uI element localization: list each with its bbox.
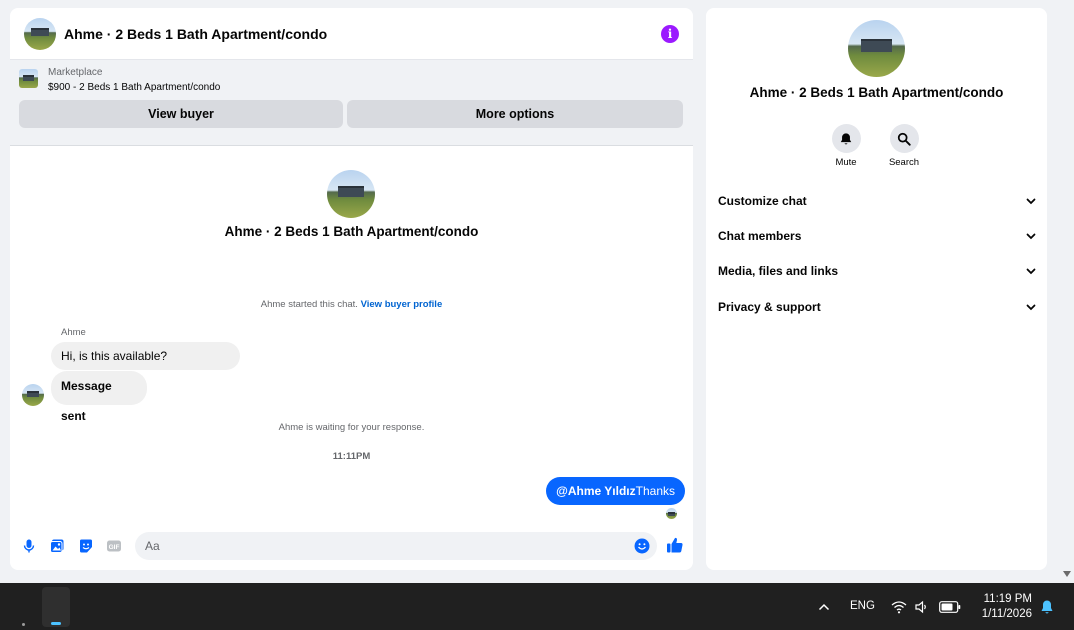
battery-icon[interactable] bbox=[939, 601, 961, 613]
chat-title[interactable]: Ahme · 2 Beds 1 Bath Apartment/condo bbox=[64, 26, 327, 42]
bell-icon bbox=[831, 124, 861, 153]
clock-date: 1/11/2026 bbox=[981, 608, 1032, 620]
conversation-info-panel: Ahme · 2 Beds 1 Bath Apartment/condo Mut… bbox=[706, 8, 1047, 570]
incoming-message[interactable]: Message sent bbox=[51, 371, 147, 423]
outgoing-message[interactable]: @Ahme YıldızThanks bbox=[546, 477, 685, 505]
chat-header: Ahme · 2 Beds 1 Bath Apartment/condo i bbox=[10, 8, 693, 60]
info-panel-avatar bbox=[848, 20, 905, 77]
marketplace-label: Marketplace bbox=[48, 67, 103, 78]
chevron-down-icon bbox=[1026, 233, 1036, 240]
svg-text:GIF: GIF bbox=[109, 544, 120, 551]
section-label: Customize chat bbox=[718, 194, 807, 208]
chat-started-notice: Ahme started this chat. View buyer profi… bbox=[10, 299, 693, 310]
mute-label: Mute bbox=[835, 157, 857, 168]
mention[interactable]: @Ahme Yıldız bbox=[556, 484, 636, 498]
chevron-up-icon[interactable] bbox=[817, 600, 831, 614]
listing-summary[interactable]: $900 - 2 Beds 1 Bath Apartment/condo bbox=[48, 82, 220, 93]
taskbar: ENG 11:19 PM 1/11/2026 bbox=[0, 583, 1074, 630]
listing-avatar[interactable] bbox=[24, 17, 56, 50]
section-customize-chat[interactable]: Customize chat bbox=[718, 187, 1037, 215]
more-options-button[interactable]: More options bbox=[347, 100, 683, 128]
intro-avatar bbox=[327, 170, 375, 218]
message-timestamp: 11:11PM bbox=[332, 451, 371, 462]
taskbar-app-button[interactable] bbox=[42, 587, 70, 627]
search-button[interactable]: Search bbox=[879, 124, 929, 168]
taskbar-indicator bbox=[22, 623, 25, 626]
chevron-down-icon bbox=[1026, 268, 1036, 275]
seen-indicator-avatar bbox=[666, 508, 677, 519]
search-icon bbox=[889, 124, 919, 153]
sender-name: Ahme bbox=[61, 327, 86, 338]
mic-icon[interactable] bbox=[21, 538, 37, 554]
thumbs-up-icon[interactable] bbox=[666, 536, 684, 554]
section-chat-members[interactable]: Chat members bbox=[718, 222, 1037, 250]
chevron-down-icon bbox=[1026, 198, 1036, 205]
active-app-indicator bbox=[51, 622, 61, 625]
started-text: Ahme started this chat. bbox=[260, 299, 358, 310]
section-label: Media, files and links bbox=[718, 264, 839, 278]
section-label: Chat members bbox=[718, 229, 802, 243]
intro-title: Ahme · 2 Beds 1 Bath Apartment/condo bbox=[224, 224, 479, 239]
composer: GIF bbox=[10, 530, 693, 562]
info-panel-title: Ahme · 2 Beds 1 Bath Apartment/condo bbox=[749, 85, 1004, 100]
scrollbar-down-arrow[interactable] bbox=[1063, 571, 1071, 577]
incoming-message[interactable]: Hi, is this available? 6466629430 bbox=[51, 342, 240, 391]
mute-button[interactable]: Mute bbox=[821, 124, 871, 168]
section-media-files-links[interactable]: Media, files and links bbox=[718, 257, 1037, 285]
section-label: Privacy & support bbox=[718, 300, 821, 314]
search-label: Search bbox=[888, 157, 920, 168]
marketplace-bar: Marketplace $900 - 2 Beds 1 Bath Apartme… bbox=[10, 60, 693, 146]
emoji-icon[interactable] bbox=[634, 538, 650, 554]
message-input[interactable] bbox=[135, 532, 657, 560]
info-icon[interactable]: i bbox=[661, 24, 679, 43]
view-buyer-button[interactable]: View buyer bbox=[19, 100, 343, 128]
outgoing-text: Thanks bbox=[635, 484, 675, 498]
gif-icon[interactable]: GIF bbox=[106, 538, 122, 554]
clock[interactable]: 11:19 PM 1/11/2026 bbox=[968, 592, 1032, 622]
volume-icon[interactable] bbox=[914, 599, 930, 615]
photo-icon[interactable] bbox=[49, 538, 65, 554]
waiting-notice: Ahme is waiting for your response. bbox=[278, 422, 425, 433]
section-privacy-support[interactable]: Privacy & support bbox=[718, 293, 1037, 321]
sticker-icon[interactable] bbox=[78, 538, 94, 554]
chat-panel: Ahme · 2 Beds 1 Bath Apartment/condo i M… bbox=[10, 8, 693, 570]
clock-time: 11:19 PM bbox=[983, 593, 1032, 605]
wifi-icon[interactable] bbox=[891, 599, 907, 615]
listing-thumbnail[interactable] bbox=[19, 69, 38, 88]
chevron-down-icon bbox=[1026, 304, 1036, 311]
view-buyer-profile-link[interactable]: View buyer profile bbox=[361, 299, 443, 310]
language-indicator[interactable]: ENG bbox=[850, 600, 875, 612]
notification-bell-icon[interactable] bbox=[1040, 599, 1054, 615]
sender-avatar[interactable] bbox=[22, 384, 44, 406]
